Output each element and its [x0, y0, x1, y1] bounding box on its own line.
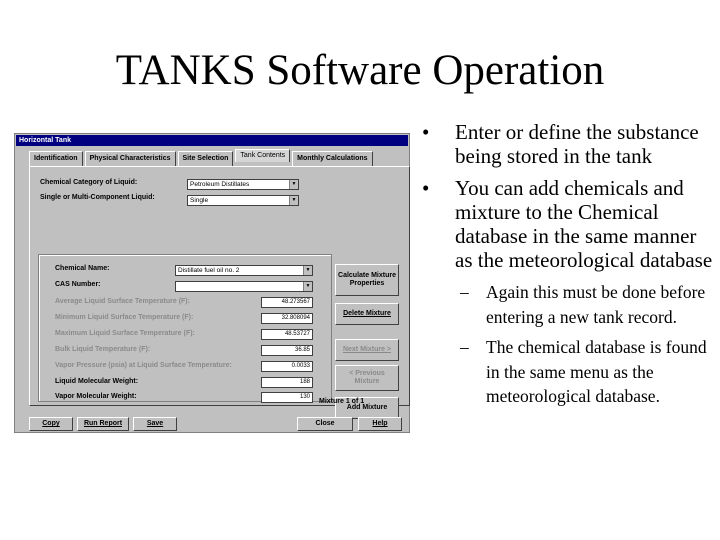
property-value[interactable]: 0.0033	[261, 361, 313, 372]
chevron-down-icon[interactable]: ▼	[303, 282, 312, 291]
property-value[interactable]: 48.53727	[261, 329, 313, 340]
property-label: Vapor Pressure (psia) at Liquid Surface …	[55, 362, 232, 369]
chem-category-label: Chemical Category of Liquid:	[40, 179, 138, 186]
single-multi-label: Single or Multi-Component Liquid:	[40, 194, 155, 201]
chevron-down-icon[interactable]: ▼	[289, 180, 298, 189]
sub-bullet-text: The chemical database is found in the sa…	[486, 337, 707, 406]
property-value[interactable]: 48.273567	[261, 297, 313, 308]
single-multi-value: Single	[190, 197, 209, 204]
property-label: Vapor Molecular Weight:	[55, 393, 137, 400]
bullet-item: • Enter or define the substance being st…	[420, 120, 715, 168]
property-label: Maximum Liquid Surface Temperature (F):	[55, 330, 195, 337]
property-value[interactable]: 130	[261, 392, 313, 403]
delete-mixture-button[interactable]: Delete Mixture	[335, 303, 399, 325]
tab-tank-contents[interactable]: Tank Contents	[235, 149, 291, 162]
chevron-down-icon[interactable]: ▼	[289, 196, 298, 205]
property-label: Minimum Liquid Surface Temperature (F):	[55, 314, 194, 321]
tab-bar: Identification Physical Characteristics …	[29, 149, 375, 166]
next-mixture-button[interactable]: Next Mixture >	[335, 339, 399, 361]
chem-category-select[interactable]: Petroleum Distillates ▼	[187, 179, 299, 190]
close-button[interactable]: Close	[297, 417, 353, 431]
cas-number-select[interactable]: ▼	[175, 281, 313, 292]
help-button[interactable]: Help	[358, 417, 402, 431]
horizontal-tank-window: Horizontal Tank Identification Physical …	[14, 133, 410, 433]
bullet-text: You can add chemicals and mixture to the…	[455, 176, 713, 272]
chem-name-select[interactable]: Distillate fuel oil no. 2 ▼	[175, 265, 313, 276]
tab-site-selection[interactable]: Site Selection	[177, 151, 234, 166]
property-value[interactable]: 188	[261, 377, 313, 388]
cas-number-label: CAS Number:	[55, 281, 101, 288]
property-value[interactable]: 32.808094	[261, 313, 313, 324]
chem-category-value: Petroleum Distillates	[190, 181, 250, 188]
sub-bullet-marker: –	[460, 282, 469, 302]
property-label: Liquid Molecular Weight:	[55, 378, 139, 385]
bullet-list: • Enter or define the substance being st…	[420, 120, 715, 409]
calculate-mixture-button[interactable]: Calculate Mixture Properties	[335, 264, 399, 296]
property-value[interactable]: 36.85	[261, 345, 313, 356]
bullet-marker: •	[422, 176, 430, 200]
sub-bullet-marker: –	[460, 337, 469, 357]
chemical-properties-group: Chemical Name: Distillate fuel oil no. 2…	[38, 254, 332, 403]
bullet-marker: •	[422, 120, 430, 144]
previous-mixture-button[interactable]: < Previous Mixture	[335, 365, 399, 391]
chem-name-label: Chemical Name:	[55, 265, 110, 272]
single-multi-select[interactable]: Single ▼	[187, 195, 299, 206]
property-label: Bulk Liquid Temperature (F):	[55, 346, 151, 353]
bullet-text: Enter or define the substance being stor…	[455, 120, 699, 168]
sub-bullet-item: – The chemical database is found in the …	[420, 335, 715, 409]
mixture-counter: Mixture 1 of 1	[319, 398, 365, 405]
chevron-down-icon[interactable]: ▼	[303, 266, 312, 275]
chem-name-value: Distillate fuel oil no. 2	[178, 267, 240, 274]
save-button[interactable]: Save	[133, 417, 177, 431]
run-report-button[interactable]: Run Report	[77, 417, 129, 431]
sub-bullet-text: Again this must be done before entering …	[486, 282, 706, 327]
tab-identification[interactable]: Identification	[29, 151, 83, 166]
tab-physical-characteristics[interactable]: Physical Characteristics	[84, 151, 176, 166]
sub-bullet-item: – Again this must be done before enterin…	[420, 280, 715, 329]
tank-contents-panel: Chemical Category of Liquid: Petroleum D…	[29, 166, 410, 419]
window-titlebar: Horizontal Tank	[16, 135, 408, 146]
copy-button[interactable]: Copy	[29, 417, 73, 431]
tab-monthly-calculations[interactable]: Monthly Calculations	[292, 151, 373, 166]
slide-title: TANKS Software Operation	[115, 47, 605, 94]
property-label: Average Liquid Surface Temperature (F):	[55, 298, 190, 305]
bullet-item: • You can add chemicals and mixture to t…	[420, 176, 715, 272]
